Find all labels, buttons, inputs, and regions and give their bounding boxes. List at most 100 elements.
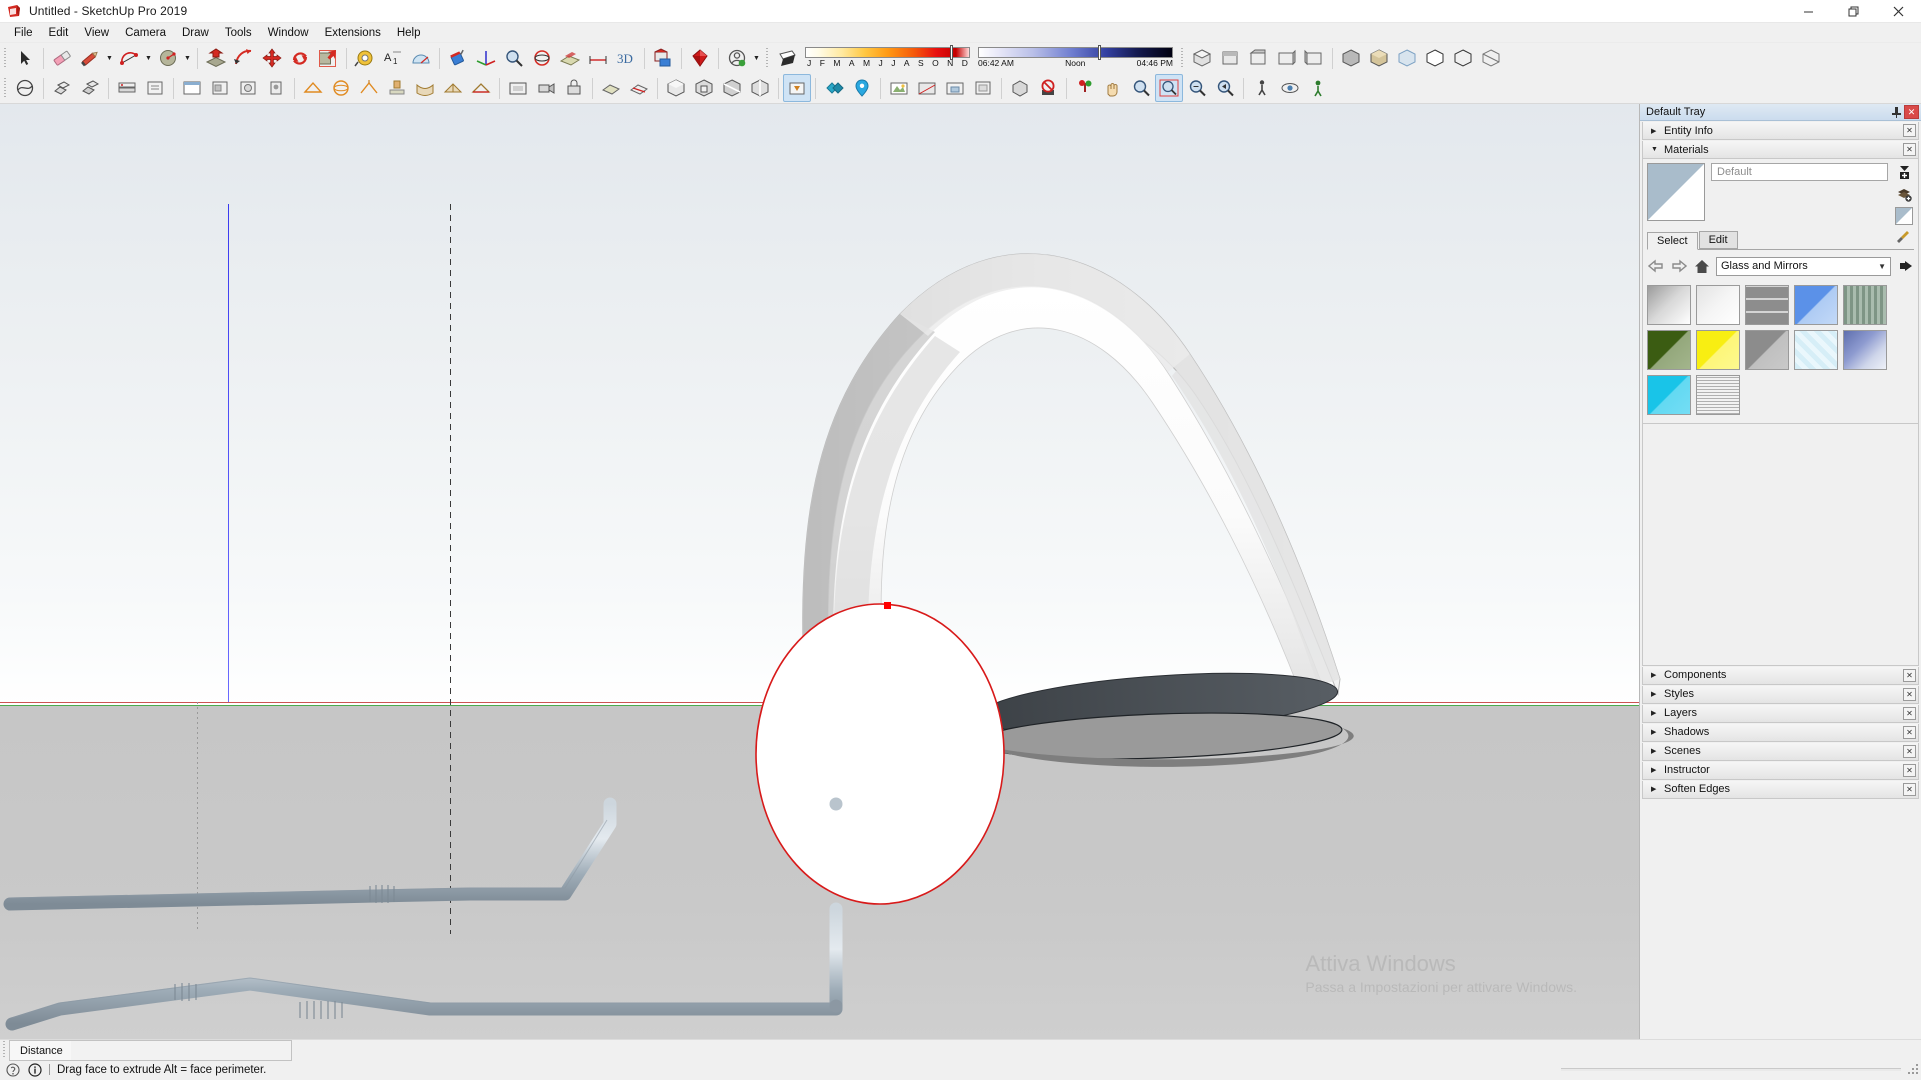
arrow-left-icon[interactable] — [1647, 257, 1665, 275]
tray-close-icon[interactable]: ✕ — [1904, 105, 1919, 119]
swatch-glass-cyan[interactable] — [1647, 375, 1691, 415]
shadow-toolbar-grip[interactable] — [764, 47, 771, 69]
fog-panel-button[interactable] — [262, 74, 290, 102]
swatch-glass-green-tint[interactable] — [1843, 285, 1887, 325]
menu-file[interactable]: File — [6, 25, 41, 41]
time-slider[interactable]: 06:42 AM Noon 04:46 PM — [978, 45, 1173, 69]
section-materials-close[interactable]: ✕ — [1903, 143, 1916, 156]
match-photo-edit[interactable] — [941, 74, 969, 102]
section-soften-edges[interactable]: ▶ Soften Edges ✕ — [1642, 780, 1919, 799]
shadows-toggle[interactable] — [773, 44, 801, 72]
no-shadow-button[interactable] — [1034, 74, 1062, 102]
solid-split[interactable] — [746, 74, 774, 102]
time-slider-thumb[interactable] — [1098, 45, 1101, 60]
sandbox-addetail[interactable] — [439, 74, 467, 102]
section-shadows[interactable]: ▶ Shadows ✕ — [1642, 723, 1919, 742]
views-back[interactable] — [1300, 44, 1328, 72]
display-secondary-icon[interactable] — [1895, 207, 1913, 225]
menu-window[interactable]: Window — [260, 25, 317, 41]
walk-tool[interactable] — [1248, 74, 1276, 102]
pin-icon[interactable] — [1889, 105, 1904, 119]
swatch-mirror[interactable] — [1647, 285, 1691, 325]
rotate-tool[interactable] — [286, 44, 314, 72]
eyedropper-icon[interactable] — [1896, 230, 1914, 249]
section-instructor[interactable]: ▶ Instructor ✕ — [1642, 761, 1919, 780]
circle-tool[interactable] — [154, 44, 182, 72]
circle-tool-caret[interactable]: ▼ — [182, 44, 193, 72]
views-front[interactable] — [1244, 44, 1272, 72]
solid-trim[interactable] — [718, 74, 746, 102]
measurement-box[interactable]: Distance — [9, 1040, 292, 1061]
info-circle-icon[interactable] — [27, 1062, 42, 1077]
advanced-camera-aspect[interactable] — [504, 74, 532, 102]
swatch-glass-blue[interactable] — [1794, 285, 1838, 325]
section-display-plane[interactable] — [597, 74, 625, 102]
section-entity-info-close[interactable]: ✕ — [1903, 124, 1916, 137]
trimble-connect[interactable] — [820, 74, 848, 102]
restore-button[interactable] — [1831, 0, 1876, 23]
protractor-tool[interactable] — [407, 44, 435, 72]
eraser-tool[interactable] — [48, 44, 76, 72]
3d-text-tool[interactable]: 3D — [612, 44, 640, 72]
model-viewport[interactable]: Attiva Windows Passa a Impostazioni per … — [0, 104, 1639, 1039]
views-right[interactable] — [1272, 44, 1300, 72]
styles-hiddenline[interactable] — [1449, 44, 1477, 72]
minimize-button[interactable] — [1786, 0, 1831, 23]
menu-help[interactable]: Help — [389, 25, 429, 41]
views-top[interactable] — [1216, 44, 1244, 72]
shadow-panel-button[interactable] — [234, 74, 262, 102]
solid-outer-shell[interactable] — [48, 74, 76, 102]
photo-match-button[interactable] — [913, 74, 941, 102]
swatch-glass-gray[interactable] — [1745, 330, 1789, 370]
scale-tool[interactable] — [314, 44, 342, 72]
zoom-tool[interactable] — [1127, 74, 1155, 102]
dynamic-components-button[interactable] — [783, 74, 811, 102]
swatch-glass-block[interactable] — [1745, 285, 1789, 325]
extension-warehouse[interactable] — [686, 44, 714, 72]
arrow-right-icon[interactable] — [1670, 257, 1688, 275]
move-tool[interactable] — [258, 44, 286, 72]
section-shadows-close[interactable]: ✕ — [1903, 725, 1916, 739]
styles-wireframe[interactable] — [1477, 44, 1505, 72]
orbit-tool[interactable] — [528, 44, 556, 72]
material-preview-swatch[interactable] — [1647, 163, 1705, 221]
dimension-tool[interactable] — [584, 44, 612, 72]
location-pin-button[interactable] — [848, 74, 876, 102]
month-slider[interactable]: J F M A M J J A S O N D — [805, 45, 970, 69]
axes-tool[interactable] — [472, 44, 500, 72]
styles-monochrome[interactable] — [1421, 44, 1449, 72]
swatch-glass-sky-reflect[interactable] — [1843, 330, 1887, 370]
previous-view-tool[interactable] — [1211, 74, 1239, 102]
swatch-glass-safety[interactable] — [1794, 330, 1838, 370]
position-camera-tool[interactable] — [1304, 74, 1332, 102]
swatch-glass-dark-green[interactable] — [1647, 330, 1691, 370]
sandbox-smoove[interactable] — [355, 74, 383, 102]
help-bulb-icon[interactable] — [5, 1062, 20, 1077]
sandbox-from-scratch[interactable] — [327, 74, 355, 102]
pushpull-tool[interactable] — [202, 44, 230, 72]
tab-edit[interactable]: Edit — [1698, 231, 1738, 249]
create-material-icon[interactable] — [1895, 163, 1913, 181]
home-icon[interactable] — [1693, 257, 1711, 275]
material-name-field[interactable]: Default — [1711, 163, 1888, 181]
section-layers-close[interactable]: ✕ — [1903, 706, 1916, 720]
close-button[interactable] — [1876, 0, 1921, 23]
menu-camera[interactable]: Camera — [117, 25, 174, 41]
section-entity-info[interactable]: ▶ Entity Info ✕ — [1642, 122, 1919, 140]
section-components[interactable]: ▶ Components ✕ — [1642, 666, 1919, 685]
measurement-input[interactable] — [70, 1041, 291, 1060]
followme-tool[interactable] — [230, 44, 258, 72]
solid-intersect[interactable] — [76, 74, 104, 102]
layers-panel-button[interactable] — [113, 74, 141, 102]
arc-tool-caret[interactable]: ▼ — [143, 44, 154, 72]
styles-texture[interactable] — [1365, 44, 1393, 72]
section-scenes[interactable]: ▶ Scenes ✕ — [1642, 742, 1919, 761]
menu-draw[interactable]: Draw — [174, 25, 217, 41]
line-tool-caret[interactable]: ▼ — [104, 44, 115, 72]
new-style-button[interactable] — [969, 74, 997, 102]
menu-edit[interactable]: Edit — [41, 25, 77, 41]
model-info-button[interactable] — [1006, 74, 1034, 102]
outliner-button[interactable] — [141, 74, 169, 102]
paint-bucket-tool[interactable] — [444, 44, 472, 72]
sandbox-from-contours[interactable] — [299, 74, 327, 102]
